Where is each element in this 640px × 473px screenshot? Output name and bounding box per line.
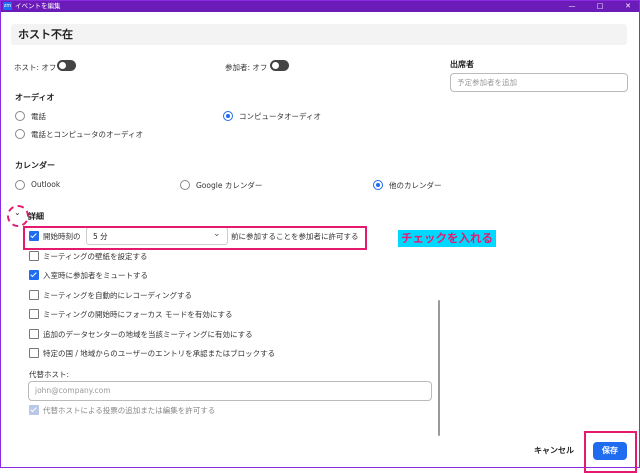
calendar-radio-outlook[interactable] [15,180,25,190]
option-checkbox-mute-on-entry[interactable] [29,270,39,280]
annotation-label: チェックを入れる [398,230,496,247]
topic-text: ホスト不在 [18,28,73,41]
option-label-region-block: 特定の国 / 地域からのユーザーのエントリを承認またはブロックする [43,349,276,358]
calendar-radio-google[interactable] [180,180,190,190]
calendar-option-google: Google カレンダー [196,181,263,190]
chevron-down-icon[interactable]: ⌄ [14,208,21,217]
option-label-auto-record: ミーティングを自動的にレコーディングする [43,291,193,300]
audio-option-computer: コンピュータオーディオ [239,112,321,121]
dialog-content: ホスト不在 ホスト: オフ 参加者: オフ 出席者 予定参加者を追加 オーディオ… [1,12,639,473]
option-label-data-center: 追加のデータセンターの地域を当該ミーティングに有効にする [43,330,253,339]
calendar-option-outlook: Outlook [31,180,61,189]
topic-input[interactable]: ホスト不在 [11,24,627,45]
audio-radio-phone[interactable] [15,111,25,121]
option-checkbox-region-block[interactable] [29,348,39,358]
app-icon: zm [3,2,12,10]
close-icon[interactable]: ✕ [621,1,635,12]
option-label-mute-on-entry: 入室時に参加者をミュートする [43,271,148,280]
attendees-placeholder: 予定参加者を追加 [457,78,517,87]
host-video-label: ホスト: オフ [14,63,57,72]
calendar-radio-other[interactable] [373,180,383,190]
audio-section-label: オーディオ [15,93,55,102]
alt-host-label: 代替ホスト: [29,370,70,379]
save-highlight-box [584,431,637,473]
calendar-section-label: カレンダー [15,161,55,170]
option-checkbox-focus-mode[interactable] [29,309,39,319]
option-checkbox-data-center[interactable] [29,329,39,339]
participant-video-toggle[interactable] [270,60,289,71]
details-section-label: 詳細 [28,212,44,221]
attendees-label: 出席者 [450,60,474,69]
audio-option-phone: 電話 [31,112,46,121]
audio-radio-both[interactable] [15,129,25,139]
window-title: イベントを編集 [15,2,61,10]
calendar-option-other: 他のカレンダー [389,181,442,190]
alt-host-permission-label: 代替ホストによる投票の追加または編集を許可する [43,406,216,415]
alt-host-placeholder: john@company.com [35,386,111,395]
title-bar: zm イベントを編集 — □ ✕ [1,1,639,12]
alt-host-permission-checkbox[interactable] [29,405,39,415]
option-label-focus-mode: ミーティングの開始時にフォーカス モードを有効にする [43,310,233,319]
cancel-button[interactable]: キャンセル [528,443,580,459]
maximize-icon[interactable]: □ [593,1,607,12]
alt-host-input[interactable]: john@company.com [28,381,432,401]
option-checkbox-wallpaper[interactable] [29,251,39,261]
join-before-highlight-box [23,226,367,250]
attendees-input[interactable]: 予定参加者を追加 [450,73,628,92]
scrollbar[interactable] [438,300,440,436]
audio-radio-computer[interactable] [223,111,233,121]
option-checkbox-auto-record[interactable] [29,290,39,300]
audio-option-both: 電話とコンピュータのオーディオ [31,130,143,139]
minimize-icon[interactable]: — [565,1,579,12]
participant-video-label: 参加者: オフ [225,63,268,72]
option-label-wallpaper: ミーティングの壁紙を設定する [43,252,148,261]
host-video-toggle[interactable] [57,60,76,71]
